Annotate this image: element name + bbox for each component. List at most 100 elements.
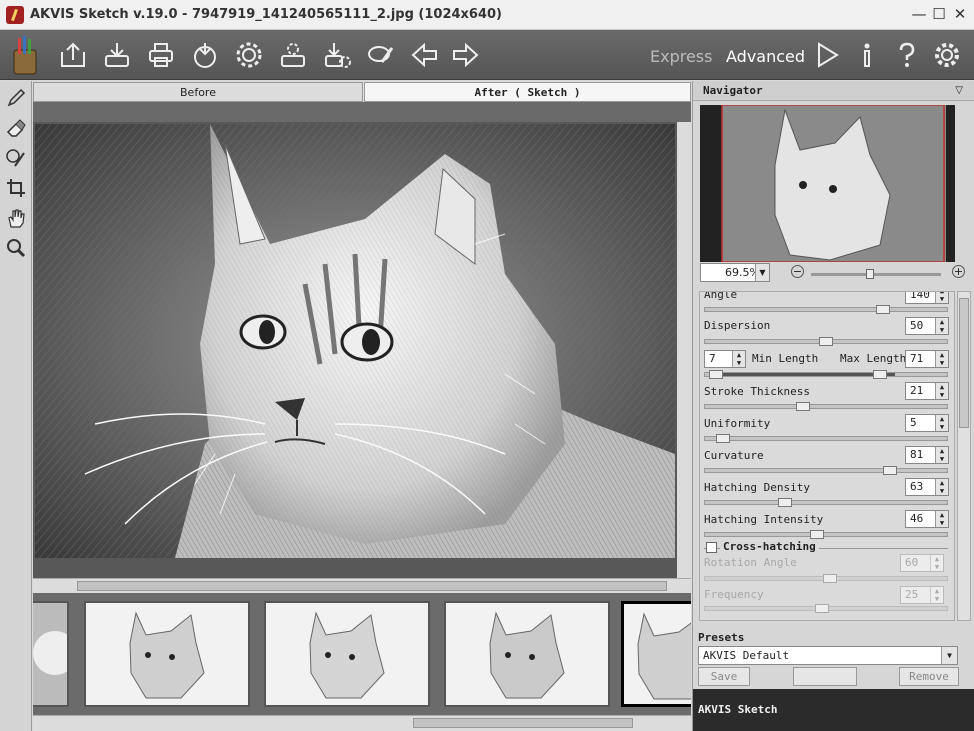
chevron-down-icon[interactable]: ▽	[955, 85, 963, 96]
history-brush-icon[interactable]	[5, 147, 27, 169]
filmstrip-thumb[interactable]	[264, 601, 430, 707]
sketch-image[interactable]	[35, 124, 675, 558]
tools-panel	[0, 81, 32, 731]
curvature-slider[interactable]	[704, 466, 948, 475]
parameters-scrollbar[interactable]	[957, 291, 971, 621]
plugin-settings-icon[interactable]	[234, 40, 264, 70]
zoom-slider-knob[interactable]	[866, 269, 874, 279]
chevron-down-icon[interactable]: ▼	[941, 647, 957, 664]
curvature-label: Curvature	[704, 449, 764, 462]
preset-select[interactable]: AKVIS Default ▼	[698, 646, 958, 665]
mode-advanced[interactable]: Advanced	[726, 47, 805, 66]
angle-slider[interactable]	[704, 305, 948, 314]
angle-slider-knob[interactable]	[876, 305, 890, 314]
zoom-icon[interactable]	[5, 237, 27, 259]
maximize-button[interactable]: ☐	[930, 5, 948, 23]
tab-after[interactable]: After ( Sketch )	[364, 82, 691, 102]
open-icon[interactable]	[58, 40, 88, 70]
zoom-in-icon[interactable]: +	[952, 265, 965, 278]
hatching-density-input[interactable]: 63 ▲ ▼	[905, 478, 949, 496]
tab-before[interactable]: Before	[33, 82, 363, 102]
navigator-header: Navigator ▽	[693, 81, 974, 101]
frequency-input[interactable]: 25 ▲ ▼	[900, 586, 944, 604]
hatching-density-label: Hatching Density	[704, 481, 810, 494]
zoom-out-icon[interactable]: −	[791, 265, 804, 278]
close-button[interactable]: ✕	[951, 5, 969, 23]
preferences-icon[interactable]	[932, 40, 962, 70]
help-icon[interactable]	[892, 40, 922, 70]
filmstrip-thumb[interactable]	[444, 601, 610, 707]
stroke-thickness-slider[interactable]	[704, 402, 948, 411]
dispersion-slider[interactable]	[704, 337, 948, 346]
cross-hatching-checkbox[interactable]	[706, 542, 717, 553]
frequency-knob[interactable]	[815, 604, 829, 613]
hatching-density-knob[interactable]	[778, 498, 792, 507]
canvas-ruler	[33, 102, 691, 122]
navigator-title: Navigator	[703, 84, 763, 97]
min-length-knob[interactable]	[709, 370, 723, 379]
cleaning-icon[interactable]	[366, 40, 396, 70]
uniformity-knob[interactable]	[716, 434, 730, 443]
curvature-input[interactable]: 81 ▲ ▼	[905, 446, 949, 464]
eraser-icon[interactable]	[5, 117, 27, 139]
scroll-thumb[interactable]	[959, 298, 969, 428]
filmstrip-scrollbar[interactable]	[33, 715, 691, 731]
sketch-logo-icon	[8, 36, 42, 76]
zoom-slider[interactable]	[811, 269, 941, 279]
minimize-button[interactable]: —	[910, 5, 928, 23]
rotation-angle-slider[interactable]	[704, 574, 948, 583]
info-icon[interactable]	[852, 40, 882, 70]
hatching-intensity-label: Hatching Intensity	[704, 513, 824, 526]
pencil-icon[interactable]	[5, 87, 27, 109]
filmstrip-thumb-selected[interactable]	[621, 601, 691, 707]
uniformity-slider[interactable]	[704, 434, 948, 443]
length-range-slider[interactable]	[704, 370, 948, 379]
navigator-preview[interactable]	[700, 105, 955, 262]
presets-title: Presets	[698, 631, 745, 644]
forward-icon[interactable]	[450, 40, 480, 70]
uniformity-input[interactable]: 5 ▲ ▼	[905, 414, 949, 432]
back-icon[interactable]	[410, 40, 440, 70]
canvas-vertical-scrollbar[interactable]	[677, 122, 691, 578]
dispersion-input[interactable]: 50 ▲ ▼	[905, 317, 949, 335]
batch-icon[interactable]	[278, 40, 308, 70]
dispersion-slider-knob[interactable]	[819, 337, 833, 346]
remove-preset-button[interactable]: Remove	[899, 667, 959, 686]
share-icon[interactable]	[190, 40, 220, 70]
dispersion-label: Dispersion	[704, 319, 771, 332]
hand-icon[interactable]	[5, 207, 27, 229]
rotation-angle-knob[interactable]	[823, 574, 837, 583]
stroke-thickness-input[interactable]: 21 ▲ ▼	[905, 382, 949, 400]
scroll-thumb[interactable]	[77, 581, 667, 591]
angle-input[interactable]: 140 ▲ ▼	[905, 292, 949, 304]
stroke-thickness-label: Stroke Thickness	[704, 385, 810, 398]
max-length-knob[interactable]	[873, 370, 887, 379]
min-length-input[interactable]: 7 ▲ ▼	[704, 350, 746, 368]
hatching-intensity-input[interactable]: 46 ▲ ▼	[905, 510, 949, 528]
crop-icon[interactable]	[5, 177, 27, 199]
preset-action-button[interactable]	[793, 667, 857, 686]
filmstrip-thumb[interactable]	[84, 601, 250, 707]
frequency-slider[interactable]	[704, 604, 948, 613]
curvature-knob[interactable]	[883, 466, 897, 475]
canvas-horizontal-scrollbar[interactable]	[33, 578, 691, 593]
chevron-down-icon[interactable]: ▼	[755, 264, 769, 281]
save-icon[interactable]	[102, 40, 132, 70]
stroke-thickness-knob[interactable]	[796, 402, 810, 411]
save-preset-button[interactable]: Save	[698, 667, 750, 686]
max-length-label: Max Length	[840, 352, 907, 365]
view-tabs: Before After ( Sketch )	[33, 82, 691, 102]
batch-settings-icon[interactable]	[322, 40, 352, 70]
hatching-density-slider[interactable]	[704, 498, 948, 507]
run-icon[interactable]	[812, 40, 842, 70]
print-icon[interactable]	[146, 40, 176, 70]
image-canvas[interactable]	[33, 102, 691, 578]
hatching-intensity-knob[interactable]	[810, 530, 824, 539]
scroll-thumb[interactable]	[413, 718, 633, 728]
mode-express[interactable]: Express	[650, 47, 712, 66]
zoom-select[interactable]: 69.5% ▼	[700, 263, 770, 282]
filmstrip-thumb[interactable]	[33, 601, 69, 707]
hatching-intensity-slider[interactable]	[704, 530, 948, 539]
max-length-input[interactable]: 71 ▲ ▼	[905, 350, 949, 368]
rotation-angle-input[interactable]: 60 ▲ ▼	[900, 554, 944, 572]
